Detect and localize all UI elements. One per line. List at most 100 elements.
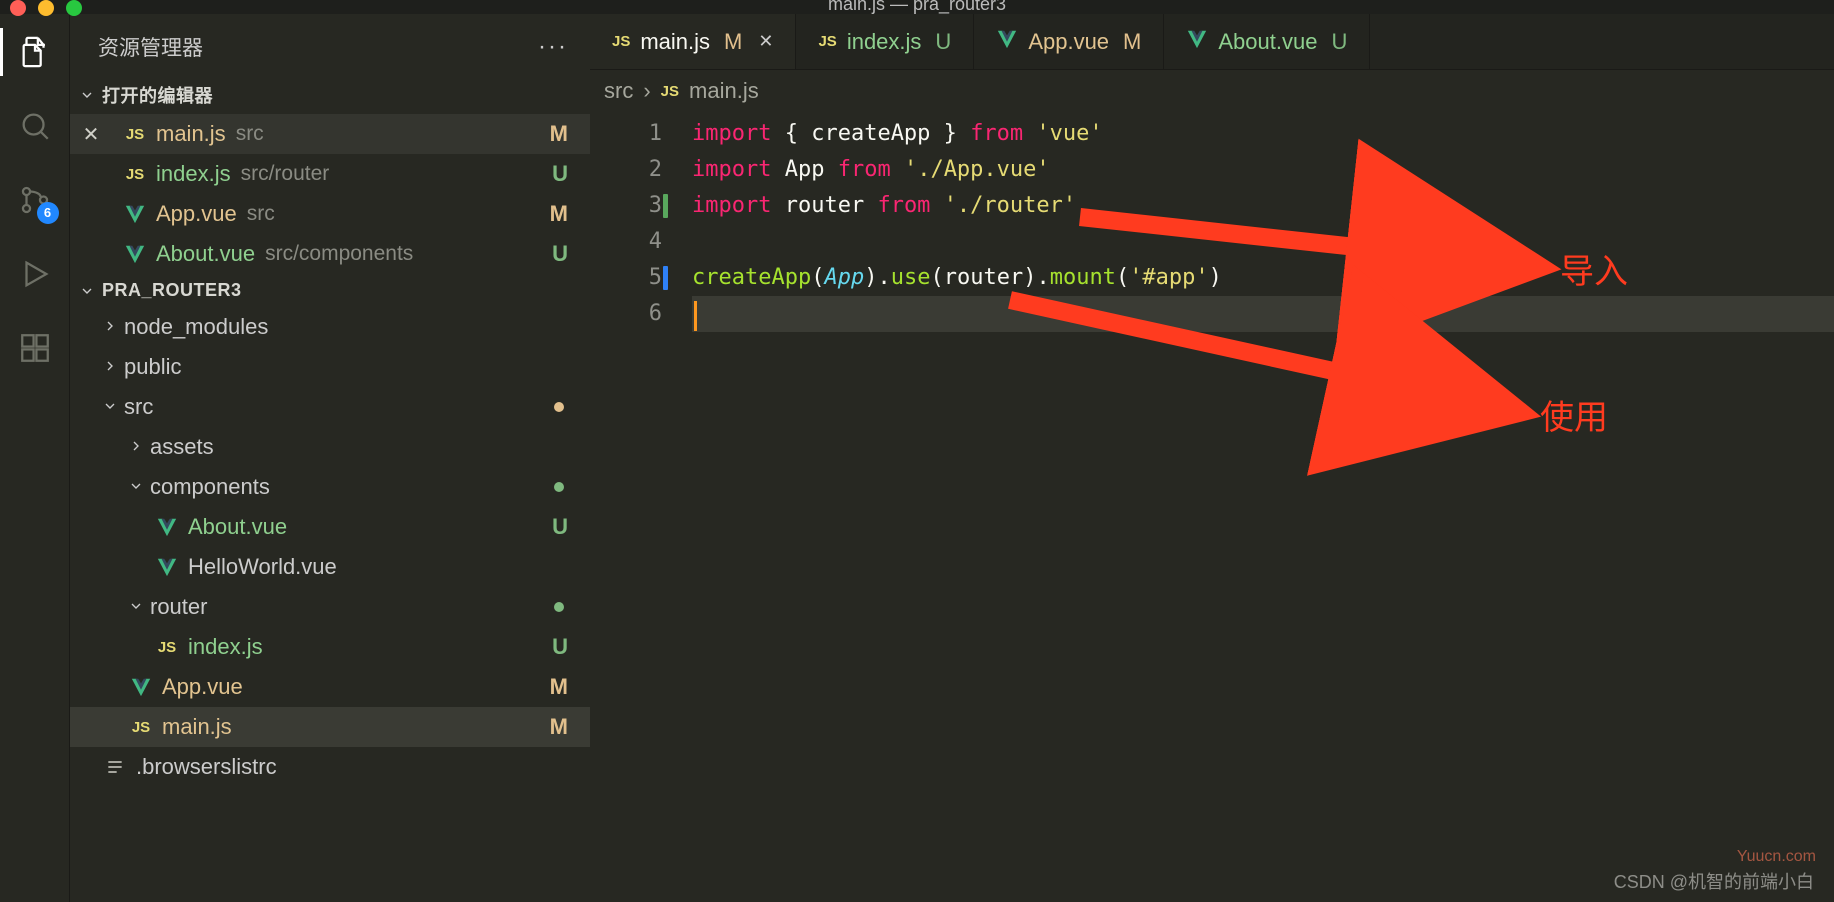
code-line[interactable]: createApp(App).use(router).mount('#app'): [692, 260, 1834, 296]
tree-folder[interactable]: node_modules: [70, 307, 590, 347]
text-caret: [694, 301, 697, 331]
chevron-down-icon: [128, 594, 144, 620]
code-line[interactable]: import router from './router': [692, 188, 1834, 224]
code-area[interactable]: 123456 import { createApp } from 'vue'im…: [590, 112, 1834, 902]
project-header[interactable]: PRA_ROUTER3: [70, 274, 590, 307]
chevron-right-icon: [102, 354, 118, 380]
vue-file-icon: [1186, 28, 1208, 56]
titlebar: main.js — pra_router3: [0, 0, 1834, 14]
file-path: src/router: [241, 162, 330, 186]
breadcrumb[interactable]: src › JS main.js: [590, 70, 1834, 112]
close-icon[interactable]: ✕: [70, 122, 112, 147]
gutter-git-mark: [663, 194, 668, 218]
file-path: src: [247, 202, 275, 226]
tree-folder[interactable]: assets: [70, 427, 590, 467]
scm-badge: 6: [37, 202, 59, 224]
file-icon: [102, 757, 128, 777]
folder-name: public: [124, 354, 181, 380]
vue-file-icon: [996, 28, 1018, 56]
open-editor-item[interactable]: About.vue src/components U: [70, 234, 590, 274]
tree-file[interactable]: JSmain.jsM: [70, 707, 590, 747]
code-line[interactable]: import { createApp } from 'vue': [692, 116, 1834, 152]
minimize-window-icon[interactable]: [38, 0, 54, 16]
open-editors-header[interactable]: 打开的编辑器: [70, 76, 590, 114]
git-status-badge: U: [1331, 29, 1347, 55]
git-dot-icon: [554, 482, 564, 492]
open-editor-item[interactable]: ✕JSmain.jssrcM: [70, 114, 590, 154]
tab-name: main.js: [640, 29, 710, 55]
js-file-icon: JS: [122, 166, 148, 183]
vue-file-icon: [122, 203, 148, 225]
file-name: index.js: [156, 161, 231, 187]
maximize-window-icon[interactable]: [66, 0, 82, 16]
folder-name: node_modules: [124, 314, 268, 340]
window-controls: [10, 0, 82, 16]
watermark-text: Yuucn.com: [1737, 848, 1816, 866]
file-name: HelloWorld.vue: [188, 554, 337, 580]
tree-file[interactable]: About.vueU: [70, 507, 590, 547]
editor-tabs: JSmain.jsM✕JSindex.jsUApp.vueMAbout.vueU: [590, 14, 1834, 70]
vue-file-icon: [154, 516, 180, 538]
activity-search-icon[interactable]: [17, 108, 53, 144]
tree-file[interactable]: JSindex.jsU: [70, 627, 590, 667]
tree-folder[interactable]: components: [70, 467, 590, 507]
editor-tab[interactable]: About.vue U: [1164, 14, 1370, 69]
tab-name: About.vue: [1218, 29, 1317, 55]
breadcrumb-segment[interactable]: main.js: [689, 78, 759, 104]
chevron-down-icon: [102, 394, 118, 420]
git-status-badge: U: [552, 241, 568, 267]
tree-file[interactable]: HelloWorld.vue: [70, 547, 590, 587]
chevron-right-icon: [102, 314, 118, 340]
file-path: src/components: [265, 242, 413, 266]
vue-file-icon: [128, 676, 154, 698]
js-file-icon: JS: [128, 719, 154, 736]
code-line[interactable]: [692, 224, 1834, 260]
close-window-icon[interactable]: [10, 0, 26, 16]
editor-tab[interactable]: App.vueM: [974, 14, 1164, 69]
tree-folder[interactable]: router: [70, 587, 590, 627]
git-status-badge: U: [552, 634, 568, 660]
js-file-icon: JS: [661, 83, 679, 100]
open-editor-item[interactable]: JSindex.jssrc/routerU: [70, 154, 590, 194]
code-line[interactable]: import App from './App.vue': [692, 152, 1834, 188]
sidebar-more-icon[interactable]: ···: [538, 33, 568, 61]
vue-file-icon: [122, 243, 148, 265]
editor-tab[interactable]: JSindex.jsU: [796, 14, 974, 69]
tree-file[interactable]: App.vue M: [70, 667, 590, 707]
open-editors-list: ✕JSmain.jssrcMJSindex.jssrc/routerUApp.v…: [70, 114, 590, 274]
chevron-down-icon: [128, 474, 144, 500]
editor-tab[interactable]: JSmain.jsM✕: [590, 14, 796, 69]
open-editor-item[interactable]: App.vuesrcM: [70, 194, 590, 234]
close-icon[interactable]: ✕: [758, 31, 773, 52]
activity-run-debug-icon[interactable]: [17, 256, 53, 292]
git-status-badge: U: [935, 29, 951, 55]
vue-file-icon: [154, 556, 180, 578]
git-status-badge: M: [550, 674, 568, 700]
activity-source-control-icon[interactable]: 6: [17, 182, 53, 218]
line-number: 4: [590, 224, 662, 260]
footer-credit: CSDN @机智的前端小白: [1614, 868, 1814, 894]
file-name: .browserslistrc: [136, 754, 277, 780]
activity-explorer-icon[interactable]: [17, 34, 53, 70]
code-line[interactable]: [692, 296, 1834, 332]
file-name: App.vue: [162, 674, 243, 700]
chevron-down-icon: [78, 87, 96, 103]
file-name: About.vue: [156, 241, 255, 267]
project-name: PRA_ROUTER3: [102, 280, 242, 301]
folder-name: src: [124, 394, 153, 420]
chevron-down-icon: [78, 283, 96, 299]
tree-folder[interactable]: src: [70, 387, 590, 427]
file-name: About.vue: [188, 514, 287, 540]
js-file-icon: JS: [612, 33, 630, 50]
file-path: src: [236, 122, 264, 146]
activity-extensions-icon[interactable]: [17, 330, 53, 366]
open-editors-label: 打开的编辑器: [102, 82, 213, 108]
git-status-badge: M: [550, 201, 568, 227]
tree-folder[interactable]: public: [70, 347, 590, 387]
code-content[interactable]: import { createApp } from 'vue'import Ap…: [680, 112, 1834, 902]
git-dot-icon: [554, 602, 564, 612]
line-number: 5: [590, 260, 662, 296]
tree-file[interactable]: .browserslistrc: [70, 747, 590, 787]
git-status-badge: M: [550, 121, 568, 147]
breadcrumb-segment[interactable]: src: [604, 78, 633, 104]
